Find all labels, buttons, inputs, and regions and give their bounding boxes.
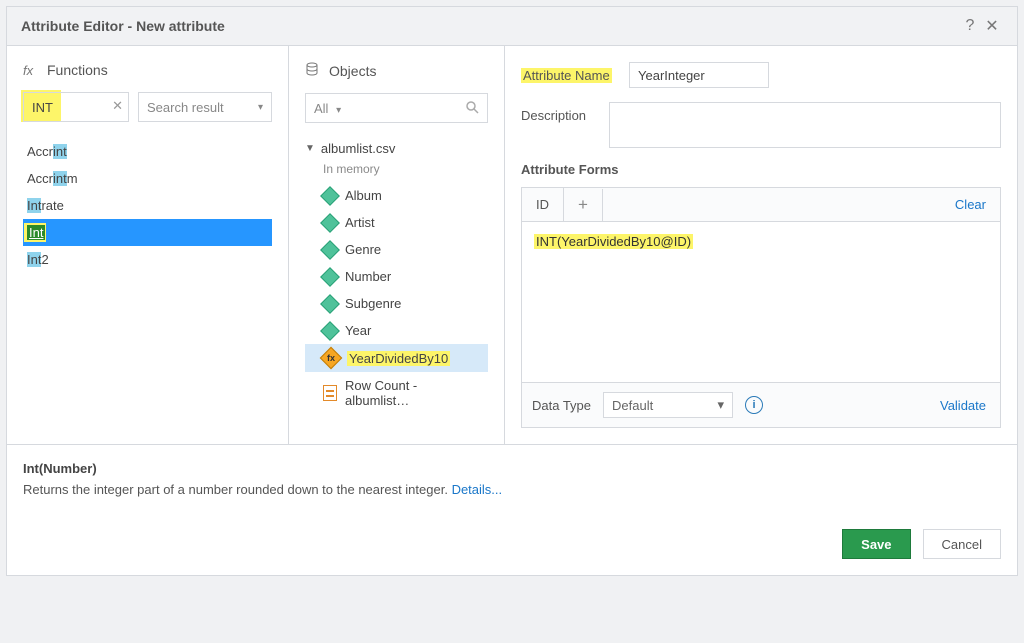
object-tree: ▼ albumlist.csv In memory Album Artist Gen… — [305, 137, 488, 414]
data-type-label: Data Type — [532, 398, 591, 413]
attribute-icon — [320, 321, 340, 341]
save-button[interactable]: Save — [842, 529, 910, 559]
object-label: Number — [345, 269, 391, 284]
form-panel: Attribute Name Description Attribute For… — [505, 46, 1017, 444]
dialog-footer: Save Cancel — [7, 513, 1017, 575]
row-count-icon — [323, 385, 337, 401]
objects-header: Objects — [329, 63, 376, 79]
object-label: Subgenre — [345, 296, 401, 311]
close-icon[interactable]: ✕ — [981, 16, 1003, 36]
collapse-icon: ▼ — [305, 143, 315, 154]
attribute-icon — [320, 294, 340, 314]
attribute-name-label: Attribute Name — [521, 62, 629, 83]
description-input[interactable] — [609, 102, 1001, 148]
objects-filter-label: All — [314, 101, 328, 116]
data-type-value: Default — [612, 398, 653, 413]
attribute-icon — [320, 267, 340, 287]
add-form-button[interactable]: + — [564, 189, 603, 221]
validate-link[interactable]: Validate — [936, 396, 990, 415]
attribute-forms-box: ID + Clear INT(YearDividedBy10@ID) Data … — [521, 187, 1001, 428]
object-label: Artist — [345, 215, 375, 230]
attribute-icon — [320, 240, 340, 260]
fx-icon: fx — [23, 63, 41, 78]
expression-text: INT(YearDividedBy10@ID) — [534, 234, 693, 249]
object-item[interactable]: Genre — [305, 236, 488, 263]
object-label: Year — [345, 323, 371, 338]
function-search-input[interactable] — [23, 92, 129, 122]
function-item[interactable]: Int2 — [23, 246, 272, 273]
expression-editor[interactable]: INT(YearDividedBy10@ID) — [522, 222, 1000, 382]
function-description: Returns the integer part of a number rou… — [23, 482, 452, 497]
data-type-select[interactable]: Default ▾ — [603, 392, 733, 418]
help-icon[interactable]: ? — [959, 17, 981, 35]
object-label: Row Count - albumlist… — [345, 378, 482, 408]
object-item[interactable]: Year — [305, 317, 488, 344]
details-link[interactable]: Details... — [452, 482, 503, 497]
function-signature: Int(Number) — [23, 461, 1001, 476]
function-item[interactable]: Int — [23, 219, 272, 246]
search-icon[interactable] — [465, 100, 479, 117]
attribute-icon — [320, 186, 340, 206]
object-label: Genre — [345, 242, 381, 257]
search-scope-label: Search result — [147, 100, 224, 115]
tab-id[interactable]: ID — [522, 188, 564, 221]
attribute-forms-header: Attribute Forms — [521, 162, 1001, 177]
function-item[interactable]: Accrint — [23, 138, 272, 165]
description-label: Description — [521, 102, 609, 123]
dataset-label: albumlist.csv — [321, 141, 395, 156]
clear-expression-link[interactable]: Clear — [941, 197, 1000, 212]
dialog-title: Attribute Editor - New attribute — [21, 18, 225, 34]
dataset-status: In memory — [305, 162, 488, 176]
chevron-down-icon: ▾ — [718, 397, 725, 413]
titlebar: Attribute Editor - New attribute ? ✕ — [7, 7, 1017, 46]
object-item[interactable]: fx YearDividedBy10 — [305, 344, 488, 372]
attribute-name-input[interactable] — [629, 62, 769, 88]
functions-panel: fx Functions ✕ Search result ▾ AccrintAc… — [7, 46, 289, 444]
function-item[interactable]: Intrate — [23, 192, 272, 219]
function-hint: Int(Number) Returns the integer part of … — [7, 444, 1017, 513]
function-list: AccrintAccrintmIntrateIntInt2 — [23, 138, 272, 273]
object-item[interactable]: Album — [305, 182, 488, 209]
functions-header: Functions — [47, 62, 108, 78]
object-item[interactable]: Row Count - albumlist… — [305, 372, 488, 414]
function-search[interactable]: ✕ — [23, 92, 129, 122]
attribute-icon — [320, 213, 340, 233]
objects-icon — [305, 62, 323, 79]
chevron-down-icon: ▾ — [258, 102, 263, 113]
object-item[interactable]: Number — [305, 263, 488, 290]
attribute-editor-dialog: Attribute Editor - New attribute ? ✕ fx … — [6, 6, 1018, 576]
search-scope-dropdown[interactable]: Search result ▾ — [138, 92, 272, 122]
dataset-node[interactable]: ▼ albumlist.csv — [305, 137, 488, 160]
object-item[interactable]: Subgenre — [305, 290, 488, 317]
chevron-down-icon: ▾ — [336, 105, 341, 116]
derived-attribute-icon: fx — [320, 347, 343, 370]
objects-panel: Objects All ▾ ▼ albumlist.csv In memory … — [289, 46, 505, 444]
object-label: YearDividedBy10 — [347, 351, 450, 366]
object-item[interactable]: Artist — [305, 209, 488, 236]
object-label: Album — [345, 188, 382, 203]
objects-filter[interactable]: All ▾ — [305, 93, 488, 123]
info-icon[interactable]: i — [745, 396, 763, 414]
cancel-button[interactable]: Cancel — [923, 529, 1001, 559]
function-item[interactable]: Accrintm — [23, 165, 272, 192]
